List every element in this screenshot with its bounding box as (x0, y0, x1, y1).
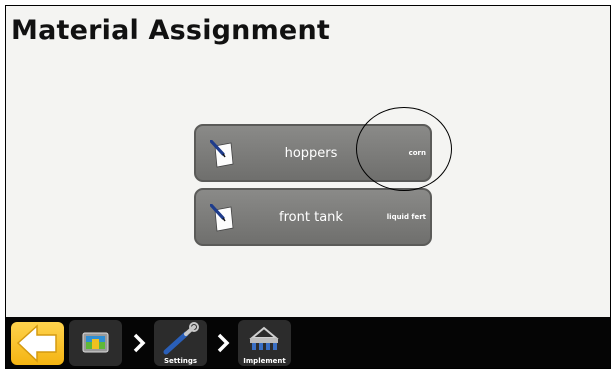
back-button[interactable] (11, 322, 64, 365)
bottom-toolbar: Settings Implement (6, 317, 610, 368)
document-pencil-icon (210, 140, 234, 168)
settings-label: Settings (163, 357, 198, 365)
highlight-circle (356, 107, 452, 191)
implement-button[interactable]: Implement (238, 320, 291, 366)
document-pencil-icon (210, 204, 234, 232)
chevron-right-icon (133, 333, 146, 353)
settings-button[interactable]: Settings (154, 320, 207, 366)
implement-label: Implement (243, 357, 286, 365)
main-screen: Material Assignment hoppers corn front t… (5, 5, 611, 369)
material-button-name: front tank (279, 209, 343, 225)
page-title: Material Assignment (11, 15, 330, 46)
material-button-value: liquid fert (386, 213, 426, 221)
chevron-right-icon (217, 333, 230, 353)
back-arrow-icon (16, 324, 57, 363)
material-button-front-tank[interactable]: front tank liquid fert (194, 188, 432, 246)
display-screen-icon (82, 332, 109, 353)
home-button[interactable] (69, 320, 122, 366)
